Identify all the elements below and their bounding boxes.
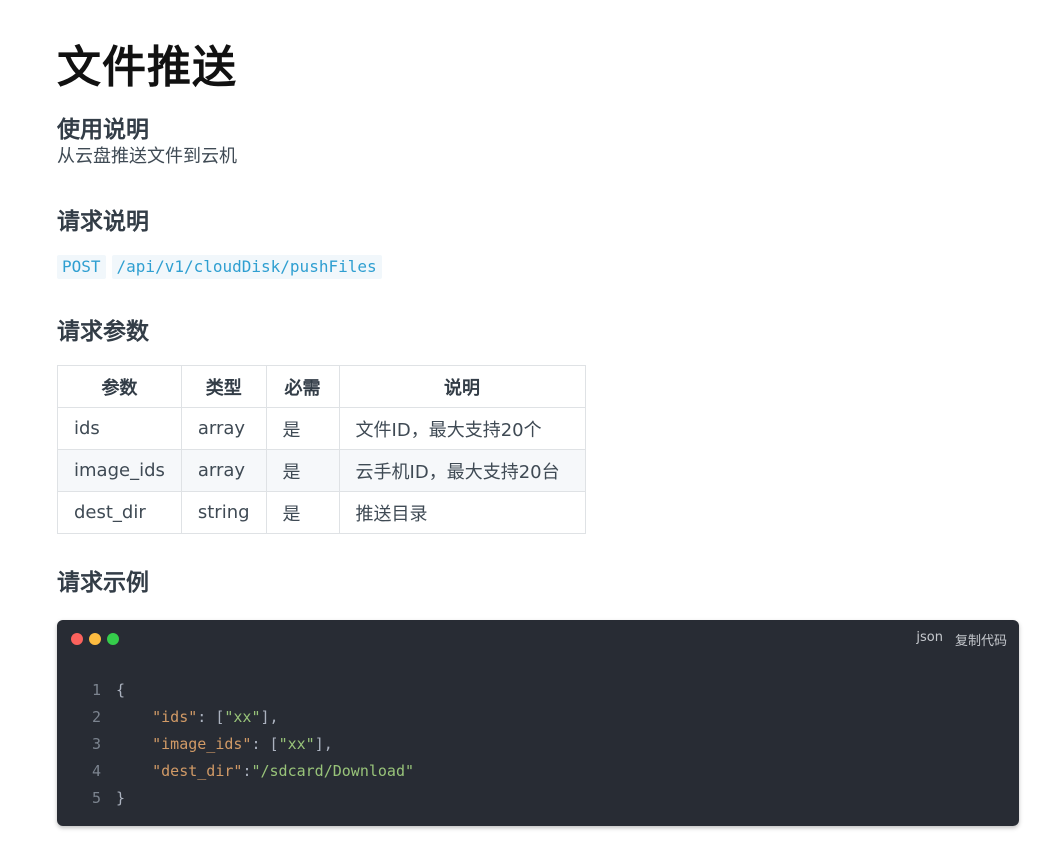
code-language-label: json bbox=[916, 630, 943, 645]
doc-page: 文件推送 使用说明 从云盘推送文件到云机 请求说明 POST /api/v1/c… bbox=[0, 0, 1061, 826]
request-heading: 请求说明 bbox=[57, 209, 149, 235]
table-cell: 文件ID，最大支持20个 bbox=[338, 407, 586, 450]
code-text: } bbox=[116, 789, 126, 807]
json-string: "xx" bbox=[224, 708, 261, 726]
table-row: dest_dir string 是 推送目录 bbox=[57, 491, 586, 534]
table-cell: 是 bbox=[265, 407, 340, 450]
table-cell: 是 bbox=[265, 491, 340, 534]
copy-code-button[interactable]: 复制代码 bbox=[955, 630, 1007, 649]
code-line: 2 "ids": ["xx"], bbox=[57, 704, 414, 731]
code-lines: 1{ 2 "ids": ["xx"], 3 "image_ids": ["xx"… bbox=[57, 677, 414, 812]
json-string: "xx" bbox=[278, 735, 315, 753]
yellow-dot-icon bbox=[89, 633, 101, 645]
table-cell: string bbox=[180, 491, 267, 534]
red-dot-icon bbox=[71, 633, 83, 645]
line-number: 1 bbox=[91, 681, 101, 699]
table-header-cell: 类型 bbox=[180, 365, 267, 408]
example-heading: 请求示例 bbox=[57, 570, 149, 596]
http-method: POST bbox=[57, 255, 106, 279]
json-key: "image_ids" bbox=[152, 735, 252, 753]
table-cell: array bbox=[180, 449, 267, 492]
table-header-row: 参数 类型 必需 说明 bbox=[57, 365, 586, 408]
code-line: 1{ bbox=[57, 677, 414, 704]
params-table: 参数 类型 必需 说明 ids array 是 文件ID，最大支持20个 ima… bbox=[57, 365, 586, 534]
table-cell: array bbox=[180, 407, 267, 450]
line-number: 4 bbox=[91, 762, 101, 780]
code-punct: ], bbox=[314, 735, 333, 753]
table-header-cell: 参数 bbox=[57, 365, 182, 408]
code-line: 3 "image_ids": ["xx"], bbox=[57, 731, 414, 758]
code-text: { bbox=[116, 681, 126, 699]
code-punct: : bbox=[242, 762, 252, 780]
table-row: ids array 是 文件ID，最大支持20个 bbox=[57, 407, 586, 450]
table-cell: 云手机ID，最大支持20台 bbox=[338, 449, 586, 492]
page-title: 文件推送 bbox=[57, 42, 237, 93]
table-cell: ids bbox=[57, 407, 182, 450]
endpoint: POST /api/v1/cloudDisk/pushFiles bbox=[57, 255, 1019, 279]
green-dot-icon bbox=[107, 633, 119, 645]
json-string: "/sdcard/Download" bbox=[251, 762, 415, 780]
table-cell: image_ids bbox=[57, 449, 182, 492]
table-header-cell: 必需 bbox=[265, 365, 340, 408]
line-number: 2 bbox=[91, 708, 101, 726]
code-toolbar: json 复制代码 bbox=[916, 630, 1007, 649]
table-header-cell: 说明 bbox=[338, 365, 586, 408]
code-line: 4 "dest_dir": "/sdcard/Download" bbox=[57, 758, 414, 785]
usage-description: 从云盘推送文件到云机 bbox=[57, 146, 237, 167]
line-number: 5 bbox=[91, 789, 101, 807]
code-punct: : [ bbox=[197, 708, 225, 726]
table-cell: 推送目录 bbox=[338, 491, 586, 534]
endpoint-path: /api/v1/cloudDisk/pushFiles bbox=[111, 255, 382, 279]
params-heading: 请求参数 bbox=[57, 319, 149, 345]
code-line: 5} bbox=[57, 785, 414, 812]
json-key: "ids" bbox=[152, 708, 198, 726]
code-punct: ], bbox=[260, 708, 279, 726]
table-row: image_ids array 是 云手机ID，最大支持20台 bbox=[57, 449, 586, 492]
code-block: json 复制代码 1{ 2 "ids": ["xx"], 3 "image_i… bbox=[57, 620, 1019, 826]
json-key: "dest_dir" bbox=[152, 762, 243, 780]
table-cell: dest_dir bbox=[57, 491, 182, 534]
usage-heading: 使用说明 bbox=[57, 117, 149, 143]
code-punct: : [ bbox=[251, 735, 279, 753]
table-cell: 是 bbox=[265, 449, 340, 492]
line-number: 3 bbox=[91, 735, 101, 753]
window-dots bbox=[71, 633, 119, 645]
